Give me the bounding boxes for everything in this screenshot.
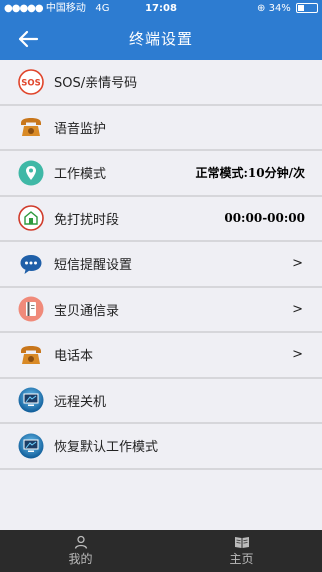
rotation-lock-icon: ⊕ bbox=[257, 3, 266, 14]
settings-row-label: 免打扰时段 bbox=[54, 212, 120, 228]
do-not-disturb-icon bbox=[18, 205, 44, 232]
settings-row-label: 电话本 bbox=[54, 349, 94, 365]
svg-text:SOS: SOS bbox=[21, 78, 40, 88]
sos-icon: SOS bbox=[18, 68, 44, 95]
settings-row[interactable]: 工作模式 正常模式:10分钟/次 bbox=[0, 151, 322, 197]
settings-row-label: 宝贝通信录 bbox=[54, 303, 120, 319]
status-right: ⊕ 34% bbox=[257, 0, 318, 18]
status-bar: ●●●●● 中国移动 4G 17:08 ⊕ 34% bbox=[0, 0, 322, 18]
monitor-icon bbox=[18, 433, 44, 459]
book-icon bbox=[234, 537, 249, 548]
settings-list: SOS SOS/亲情号码 语音监护工作模式 正常模式:10分钟/次免打扰时段 00:00… bbox=[0, 60, 322, 470]
settings-row-label: 语音监护 bbox=[54, 121, 107, 137]
battery-percent: 34% bbox=[268, 3, 291, 14]
page-title: 终端设置 bbox=[128, 30, 193, 48]
settings-row-label: 远程关机 bbox=[54, 394, 107, 410]
nav-bar: 终端设置 bbox=[0, 18, 322, 60]
settings-row-label: SOS/亲情号码 bbox=[54, 76, 138, 92]
battery-icon bbox=[296, 3, 318, 13]
header-bar: ●●●●● 中国移动 4G 17:08 ⊕ 34% 终端设置 bbox=[0, 0, 322, 60]
settings-row[interactable]: 电话本 > bbox=[0, 333, 322, 379]
settings-row-label: 工作模式 bbox=[54, 167, 107, 183]
tab-label: 我的 bbox=[68, 552, 93, 566]
settings-row-label: 短信提醒设置 bbox=[54, 258, 133, 274]
chevron-right-icon: > bbox=[292, 347, 303, 363]
tab-label: 主页 bbox=[229, 552, 254, 566]
chevron-right-icon: > bbox=[292, 256, 303, 272]
tab-home[interactable]: 主页 bbox=[161, 530, 322, 572]
address-book-icon bbox=[18, 296, 44, 322]
battery-fill bbox=[298, 5, 304, 11]
chevron-right-icon: > bbox=[292, 301, 303, 317]
telephone-icon bbox=[18, 342, 44, 368]
settings-row[interactable]: SOS SOS/亲情号码 bbox=[0, 60, 322, 106]
tab-mine[interactable]: 我的 bbox=[0, 530, 161, 572]
settings-row[interactable]: 短信提醒设置 > bbox=[0, 242, 322, 288]
message-bubble-icon bbox=[18, 251, 44, 277]
settings-row[interactable]: 免打扰时段 00:00-00:00 bbox=[0, 196, 322, 242]
person-icon bbox=[74, 535, 87, 549]
settings-row-value: 00:00-00:00 bbox=[224, 211, 305, 226]
settings-row-label: 恢复默认工作模式 bbox=[54, 440, 159, 456]
settings-row[interactable]: 恢复默认工作模式 bbox=[0, 424, 322, 470]
settings-row[interactable]: 语音监护 bbox=[0, 105, 322, 151]
settings-row-value: 正常模式:10分钟/次 bbox=[195, 166, 305, 181]
settings-row[interactable]: 远程关机 bbox=[0, 378, 322, 424]
settings-row[interactable]: 宝贝通信录 > bbox=[0, 287, 322, 333]
monitor-icon bbox=[18, 387, 44, 413]
location-pin-icon bbox=[18, 160, 44, 186]
telephone-icon bbox=[18, 114, 44, 140]
tab-bar: 我的 主页 bbox=[0, 530, 322, 572]
